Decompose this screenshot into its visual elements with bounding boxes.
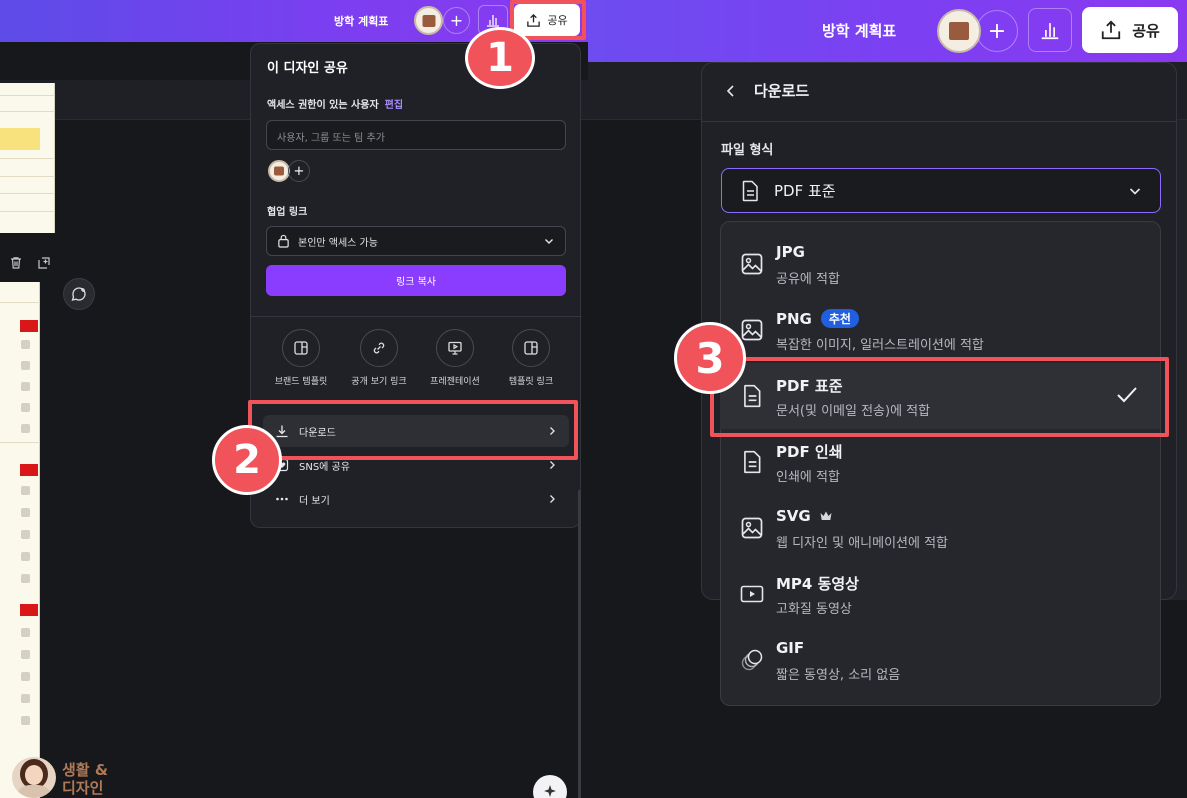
link-icon <box>360 329 398 367</box>
access-label: 액세스 권한이 있는 사용자 <box>267 100 379 111</box>
template-icon <box>282 329 320 367</box>
panel-title: 이 디자인 공유 <box>267 61 348 76</box>
magic-assistant-button[interactable] <box>533 775 567 798</box>
format-option-jpg[interactable]: JPG 공유에 적합 <box>720 231 1160 297</box>
presentation-icon <box>436 329 474 367</box>
document-page-top <box>0 83 55 233</box>
tile-public-link[interactable]: 공개 보기 링크 <box>339 329 419 387</box>
tile-presentation[interactable]: 프레젠테이션 <box>415 329 495 387</box>
step-badge-1: 1 <box>465 27 535 89</box>
image-icon <box>741 319 763 341</box>
highlight-download <box>248 400 578 460</box>
highlight-pdf-standard <box>710 357 1169 437</box>
format-option-png[interactable]: PNG 추천 복잡한 이미지, 일러스트레이션에 적합 <box>720 297 1160 363</box>
gif-icon <box>741 649 763 671</box>
comment-add-button[interactable] <box>63 278 95 310</box>
crown-icon <box>820 511 832 520</box>
tile-label: 브랜드 템플릿 <box>274 377 328 387</box>
format-option-svg[interactable]: SVG 웹 디자인 및 애니메이션에 적합 <box>720 495 1160 561</box>
format-name: PNG <box>776 309 812 328</box>
chart-icon <box>487 15 499 27</box>
document-icon <box>744 450 761 474</box>
trash-icon[interactable] <box>9 256 23 270</box>
selected-format: PDF 표준 <box>774 182 836 200</box>
document-page-lower <box>0 282 40 798</box>
member-avatar <box>268 160 290 182</box>
divider <box>251 316 582 317</box>
file-type-label: 파일 형식 <box>721 143 774 158</box>
tile-template-link[interactable]: 템플릿 링크 <box>491 329 571 387</box>
format-option-mp4[interactable]: MP4 동영상 고화질 동영상 <box>720 561 1160 627</box>
format-option-gif[interactable]: GIF 짧은 동영상, 소리 없음 <box>720 627 1160 693</box>
format-name: MP4 동영상 <box>776 575 859 593</box>
format-name-row: SVG <box>776 507 833 525</box>
avatar[interactable] <box>937 9 981 53</box>
add-page-icon[interactable] <box>37 256 51 270</box>
avatar[interactable] <box>414 6 443 35</box>
access-dropdown[interactable]: 본인만 액세스 가능 <box>266 226 566 256</box>
watermark-text: 생활 & 디자인 <box>62 761 108 797</box>
tile-label: 프레젠테이션 <box>430 377 480 387</box>
image-icon <box>741 253 763 275</box>
chevron-right-icon <box>550 495 555 503</box>
add-member-button[interactable]: + <box>288 160 310 182</box>
chart-icon <box>1041 23 1059 40</box>
chevron-down-icon <box>545 239 553 244</box>
highlight-cell <box>0 128 40 150</box>
access-value: 본인만 액세스 가능 <box>298 237 378 249</box>
format-desc: 공유에 적합 <box>776 272 840 287</box>
video-icon <box>740 585 764 603</box>
tile-label: 공개 보기 링크 <box>351 377 407 387</box>
format-desc: 짧은 동영상, 소리 없음 <box>776 668 901 683</box>
template-link-icon <box>512 329 550 367</box>
back-chevron-icon[interactable] <box>724 84 738 98</box>
divider <box>702 121 1176 122</box>
format-desc: 웹 디자인 및 애니메이션에 적합 <box>776 536 949 551</box>
doc-title[interactable]: 방학 계획표 <box>334 13 388 29</box>
chevron-right-icon <box>550 461 555 469</box>
format-name: GIF <box>776 639 805 657</box>
chevron-down-icon <box>1129 187 1141 195</box>
format-desc: 인쇄에 적합 <box>776 470 840 485</box>
copy-link-button[interactable]: 링크 복사 <box>266 265 566 296</box>
format-name: SVG <box>776 507 811 525</box>
edit-link[interactable]: 편집 <box>385 96 403 111</box>
scrollbar[interactable] <box>578 490 581 798</box>
add-people-input[interactable]: 사용자, 그룹 또는 팀 추가 <box>266 120 566 150</box>
tile-brand-template[interactable]: 브랜드 템플릿 <box>261 329 341 387</box>
panel-header: 다운로드 <box>724 80 809 101</box>
share-button[interactable]: 공유 <box>1082 7 1178 53</box>
format-desc: 고화질 동영상 <box>776 602 852 617</box>
watermark-avatar <box>12 757 56 798</box>
insights-button[interactable] <box>1028 8 1072 52</box>
format-desc: 복잡한 이미지, 일러스트레이션에 적합 <box>776 338 984 353</box>
invite-plus-button[interactable]: + <box>443 7 470 34</box>
image-icon <box>741 517 763 539</box>
format-name: PDF 인쇄 <box>776 443 843 461</box>
menu-item-more[interactable]: 더 보기 <box>263 483 569 515</box>
tile-label: 템플릿 링크 <box>508 377 554 387</box>
format-name-row: PNG 추천 <box>776 309 859 328</box>
lock-icon <box>278 234 289 248</box>
file-type-select[interactable]: PDF 표준 <box>721 168 1161 213</box>
collab-link-label: 협업 링크 <box>267 207 308 218</box>
recommended-badge: 추천 <box>820 309 859 328</box>
panel-title: 다운로드 <box>754 82 810 100</box>
upload-icon <box>1102 20 1121 40</box>
step-badge-2: 2 <box>212 425 282 495</box>
document-icon <box>742 180 758 201</box>
doc-title[interactable]: 방학 계획표 <box>822 20 896 41</box>
more-icon <box>276 497 288 501</box>
access-row: 액세스 권한이 있는 사용자 편집 <box>267 96 403 111</box>
step-badge-3: 3 <box>674 322 746 394</box>
invite-plus-button[interactable]: + <box>976 10 1018 52</box>
menu-label: 더 보기 <box>299 495 330 507</box>
format-option-pdf-print[interactable]: PDF 인쇄 인쇄에 적합 <box>720 429 1160 495</box>
format-name: JPG <box>776 243 805 261</box>
